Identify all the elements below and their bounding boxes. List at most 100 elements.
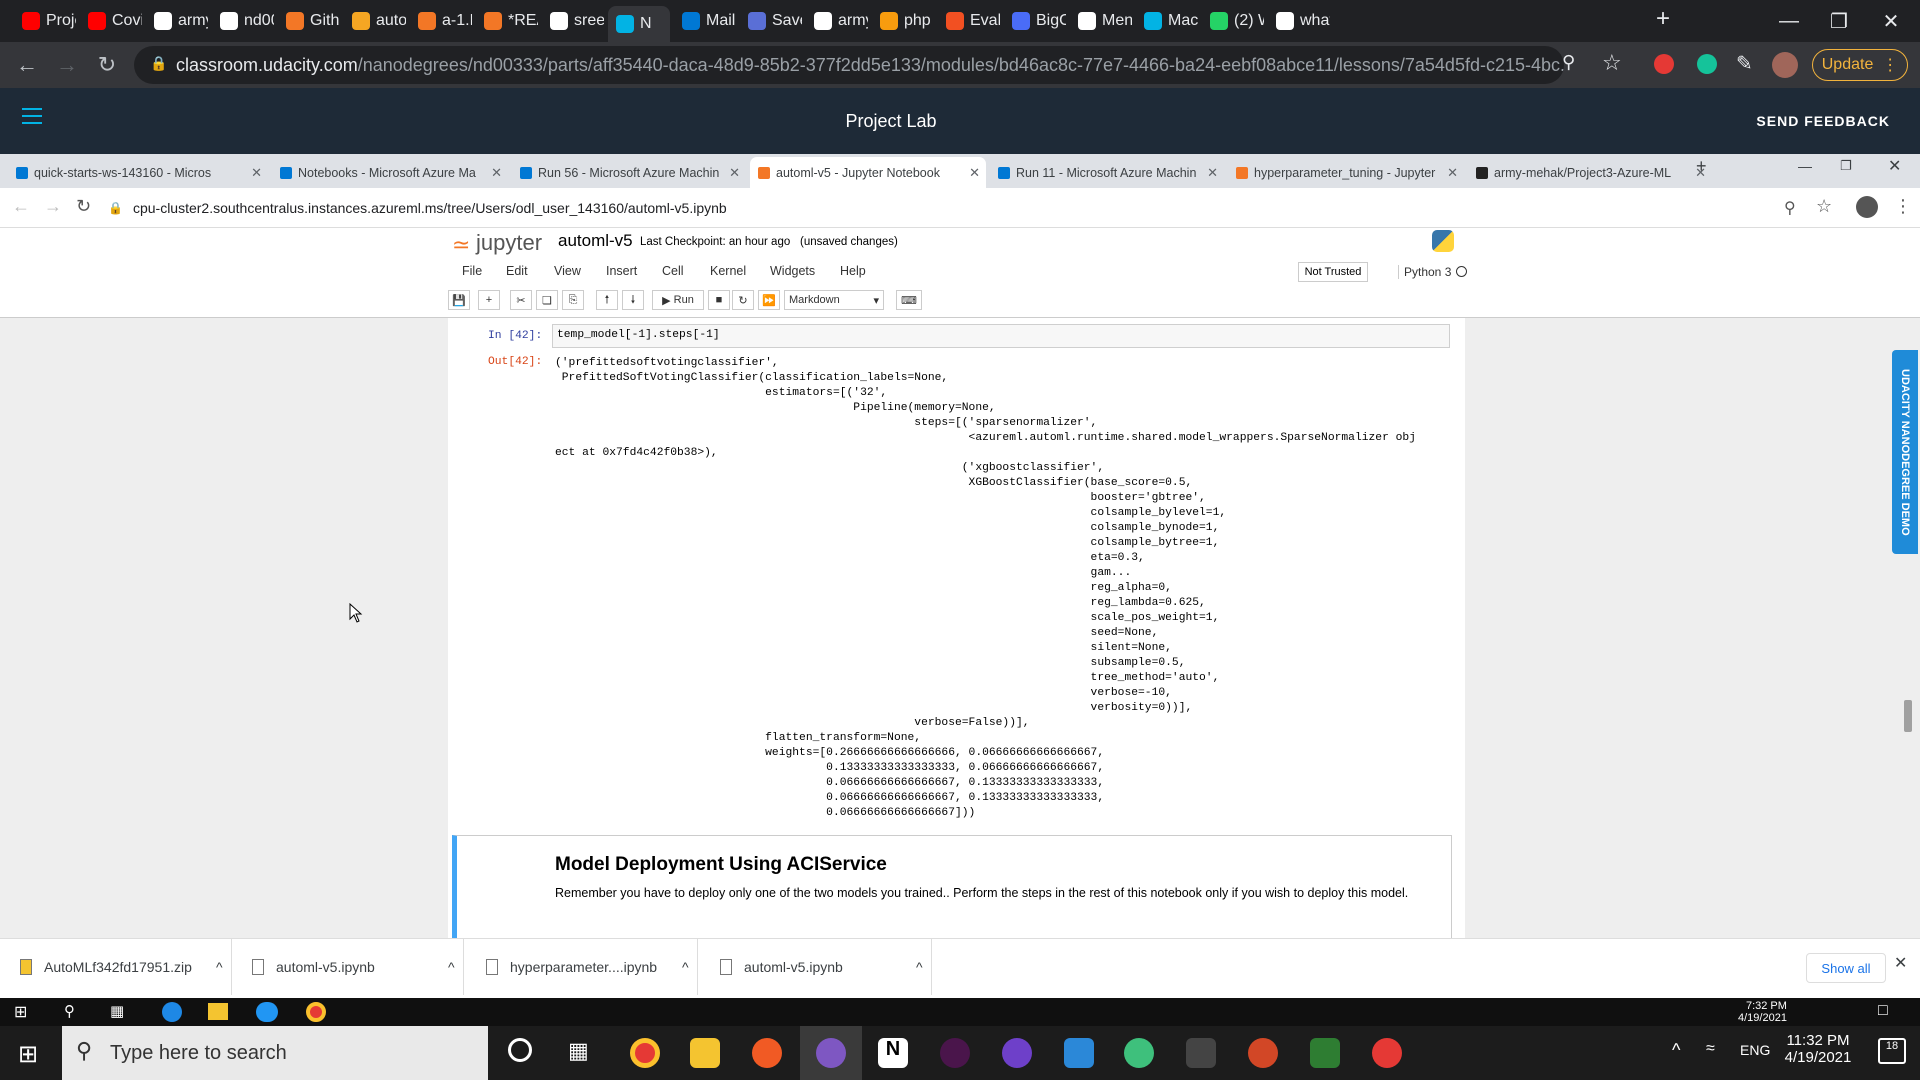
slack-icon[interactable] [940, 1038, 970, 1068]
powerpoint-icon[interactable] [1248, 1038, 1278, 1068]
outer-tab[interactable]: army [146, 4, 208, 38]
outer-tab[interactable]: N [608, 6, 670, 42]
inner-forward-icon[interactable]: → [44, 196, 62, 217]
save-icon[interactable]: 💾 [448, 290, 470, 310]
task-view-icon-small[interactable]: ▦ [110, 1002, 124, 1020]
download-options-icon[interactable]: ^ [916, 959, 923, 975]
outer-tab[interactable]: Mail [674, 4, 736, 38]
outer-tab[interactable]: what [1268, 4, 1330, 38]
code-input[interactable]: temp_model[-1].steps[-1] [552, 324, 1450, 348]
menu-kernel[interactable]: Kernel [710, 264, 746, 278]
download-options-icon[interactable]: ^ [448, 959, 455, 975]
taskbar-search-box[interactable]: ⚲ Type here to search [62, 1026, 488, 1080]
remote-app-icon[interactable] [256, 1002, 278, 1022]
chrome-profile-icon[interactable] [816, 1038, 846, 1068]
notion-icon[interactable]: N [878, 1038, 908, 1068]
paste-icon[interactable]: ⎘ [562, 290, 584, 310]
restart-icon[interactable]: ↻ [732, 290, 754, 310]
download-options-icon[interactable]: ^ [216, 959, 223, 975]
download-options-icon[interactable]: ^ [682, 959, 689, 975]
outer-tab[interactable]: a-1.F [410, 4, 472, 38]
menu-insert[interactable]: Insert [606, 264, 637, 278]
chrome-icon-small[interactable] [306, 1002, 326, 1022]
inner-new-tab-button[interactable]: + [1696, 156, 1707, 177]
notification-center-icon[interactable]: 18 [1878, 1038, 1906, 1064]
inner-tab[interactable]: Run 11 - Microsoft Azure Machin ✕ [990, 157, 1224, 188]
grammarly-icon[interactable] [1697, 54, 1717, 74]
scrollbar-thumb[interactable] [1904, 700, 1912, 732]
menu-file[interactable]: File [462, 264, 482, 278]
cut-icon[interactable]: ✂ [510, 290, 532, 310]
inner-address-bar[interactable]: 🔒 cpu-cluster2.southcentralus.instances.a… [108, 188, 727, 228]
restore-button[interactable]: ❐ [1810, 0, 1868, 42]
git-icon[interactable] [1310, 1038, 1340, 1068]
interrupt-icon[interactable]: ■ [708, 290, 730, 310]
outer-tab[interactable]: php [872, 4, 934, 38]
markdown-cell[interactable]: Model Deployment Using ACIService Rememb… [452, 835, 1452, 938]
inner-tab[interactable]: Notebooks - Microsoft Azure Ma ✕ [272, 157, 508, 188]
cell-type-select[interactable]: Markdown ▾ [784, 290, 884, 310]
extension-red-icon[interactable] [1654, 54, 1674, 74]
inner-restore-button[interactable]: ❐ [1840, 158, 1852, 174]
windows-start-icon[interactable]: ⊞ [18, 1040, 38, 1069]
inner-minimize-button[interactable]: — [1798, 158, 1812, 174]
inner-tab[interactable]: army-mehak/Project3-Azure-ML ✕ [1468, 157, 1712, 188]
close-window-button[interactable]: ✕ [1862, 0, 1920, 42]
close-tab-icon[interactable]: ✕ [1447, 165, 1458, 181]
download-item[interactable]: AutoMLf342fd17951.zip ^ [0, 939, 232, 995]
download-item[interactable]: automl-v5.ipynb ^ [232, 939, 464, 995]
extensions-puzzle-icon[interactable]: ✎ [1736, 51, 1753, 76]
inner-reload-icon[interactable]: ↻ [76, 196, 91, 217]
inner-tab[interactable]: quick-starts-ws-143160 - Micros ✕ [8, 157, 268, 188]
close-tab-icon[interactable]: ✕ [969, 165, 980, 181]
outer-tab[interactable]: auto [344, 4, 406, 38]
copy-icon[interactable]: ❏ [536, 290, 558, 310]
outer-tab[interactable]: Covi [80, 4, 142, 38]
menu-help[interactable]: Help [840, 264, 866, 278]
restart-run-all-icon[interactable]: ⏩ [758, 290, 780, 310]
tray-chevron-icon[interactable]: ^ [1672, 1040, 1680, 1061]
inner-back-icon[interactable]: ← [12, 196, 30, 217]
system-clock[interactable]: 11:32 PM 4/19/2021 [1774, 1032, 1862, 1066]
outer-tab[interactable]: Evalu [938, 4, 1000, 38]
remote-notification-icon[interactable]: □ [1878, 1002, 1888, 1020]
rdp-icon[interactable] [1372, 1038, 1402, 1068]
back-icon[interactable]: ← [12, 50, 42, 80]
outer-tab[interactable]: nd00 [212, 4, 274, 38]
outer-tab[interactable]: sree [542, 4, 604, 38]
menu-view[interactable]: View [554, 264, 581, 278]
close-tab-icon[interactable]: ✕ [729, 165, 740, 181]
inner-tab[interactable]: Run 56 - Microsoft Azure Machin ✕ [512, 157, 746, 188]
move-down-icon[interactable]: 🠗 [622, 290, 644, 310]
outer-tab[interactable]: Save [740, 4, 802, 38]
bookmark-star-icon[interactable]: ☆ [1602, 50, 1622, 76]
zoom-icon[interactable]: ⚲ [1562, 52, 1575, 73]
inner-star-icon[interactable]: ☆ [1816, 196, 1832, 217]
chrome-taskbar-icon[interactable] [630, 1038, 660, 1068]
outer-tab[interactable]: *REA [476, 4, 538, 38]
inner-menu-icon[interactable]: ⋮ [1894, 196, 1912, 217]
notepad-icon[interactable] [1064, 1038, 1094, 1068]
file-explorer-icon-small[interactable] [208, 1003, 228, 1020]
cortana-icon[interactable] [508, 1038, 532, 1062]
outer-tab[interactable]: army [806, 4, 868, 38]
outer-tab[interactable]: Githu [278, 4, 340, 38]
profile-avatar[interactable] [1772, 52, 1798, 78]
jupyter-logo-icon[interactable]: ≃ [452, 232, 470, 258]
send-feedback-link[interactable]: SEND FEEDBACK [1756, 113, 1890, 129]
ubuntu-icon[interactable] [752, 1038, 782, 1068]
outer-tab[interactable]: Men [1070, 4, 1132, 38]
command-palette-icon[interactable]: ⌨ [896, 290, 922, 310]
inner-profile-icon[interactable] [1856, 196, 1878, 218]
update-button[interactable]: Update ⋮ [1812, 49, 1908, 81]
windows-start-icon-small[interactable]: ⊞ [14, 1002, 27, 1022]
run-button[interactable]: ▶ Run [652, 290, 704, 310]
file-explorer-icon[interactable] [690, 1038, 720, 1068]
language-indicator[interactable]: ENG [1740, 1042, 1770, 1058]
notebook-name[interactable]: automl-v5 [558, 231, 633, 251]
insert-cell-icon[interactable]: + [478, 290, 500, 310]
outer-tab[interactable]: Proje [14, 4, 76, 38]
outer-tab[interactable]: Macl [1136, 4, 1198, 38]
menu-cell[interactable]: Cell [662, 264, 684, 278]
reload-icon[interactable]: ↻ [92, 50, 122, 80]
